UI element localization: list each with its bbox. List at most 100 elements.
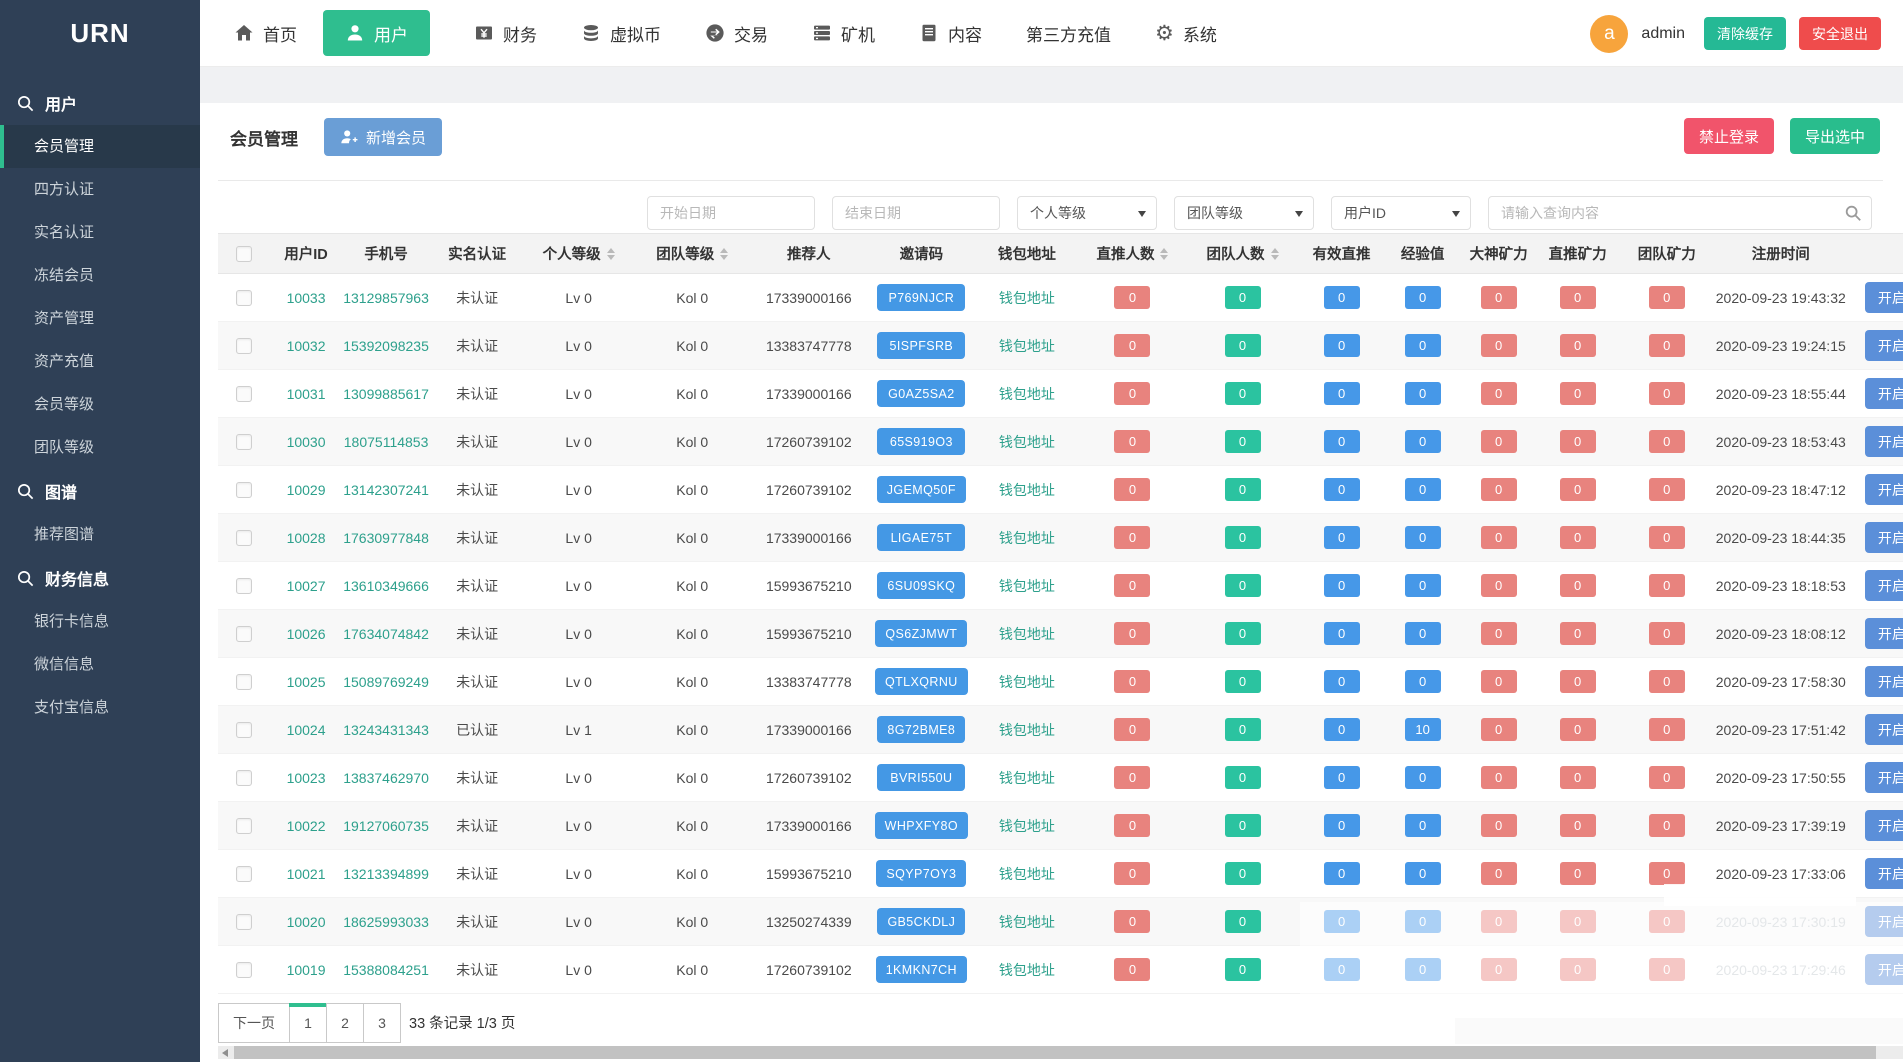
- enable-realname-button[interactable]: 开启实名: [1865, 858, 1903, 889]
- invite-code-button[interactable]: GB5CKDLJ: [877, 908, 965, 935]
- cell-value-phone[interactable]: 13099885617: [343, 386, 429, 402]
- cell-value-id[interactable]: 10022: [287, 818, 326, 834]
- nav-tab-用户[interactable]: 用户: [323, 10, 430, 56]
- clear-cache-button[interactable]: 清除缓存: [1704, 17, 1786, 50]
- nav-tab-首页[interactable]: 首页: [234, 21, 297, 46]
- column-header-个人等级[interactable]: 个人等级: [524, 234, 633, 274]
- row-checkbox[interactable]: [236, 818, 252, 834]
- wallet-address-link[interactable]: 钱包地址: [999, 434, 1055, 450]
- cell-value-id[interactable]: 10032: [287, 338, 326, 354]
- enable-realname-button[interactable]: 开启实名: [1865, 522, 1903, 553]
- sidebar-item-会员管理[interactable]: 会员管理: [0, 125, 200, 168]
- invite-code-button[interactable]: QS6ZJMWT: [875, 620, 967, 647]
- sidebar-item-冻结会员[interactable]: 冻结会员: [0, 254, 200, 297]
- ban-login-button[interactable]: 禁止登录: [1684, 118, 1774, 154]
- column-header-直推人数[interactable]: 直推人数: [1077, 234, 1187, 274]
- cell-value-phone[interactable]: 18625993033: [343, 914, 429, 930]
- wallet-address-link[interactable]: 钱包地址: [999, 290, 1055, 306]
- invite-code-button[interactable]: BVRI550U: [877, 764, 965, 791]
- cell-value-id[interactable]: 10030: [287, 434, 326, 450]
- cell-value-id[interactable]: 10026: [287, 626, 326, 642]
- nav-tab-交易[interactable]: 交易: [705, 21, 768, 46]
- cell-value-phone[interactable]: 19127060735: [343, 818, 429, 834]
- sidebar-item-资产充值[interactable]: 资产充值: [0, 340, 200, 383]
- invite-code-button[interactable]: 5ISPFSRB: [877, 332, 965, 359]
- sort-icon[interactable]: [607, 248, 615, 260]
- column-header-团队等级[interactable]: 团队等级: [633, 234, 751, 274]
- scrollbar-thumb[interactable]: [234, 1046, 1876, 1059]
- avatar[interactable]: a: [1590, 15, 1628, 53]
- cell-value-phone[interactable]: 13142307241: [343, 482, 429, 498]
- cell-value-id[interactable]: 10033: [287, 290, 326, 306]
- invite-code-button[interactable]: G0AZ5SA2: [877, 380, 965, 407]
- scroll-left-arrow-icon[interactable]: [222, 1049, 228, 1057]
- row-checkbox[interactable]: [236, 962, 252, 978]
- select-all-checkbox[interactable]: [236, 246, 252, 262]
- invite-code-button[interactable]: 65S919O3: [877, 428, 965, 455]
- enable-realname-button[interactable]: 开启实名: [1865, 666, 1903, 697]
- row-checkbox[interactable]: [236, 482, 252, 498]
- row-checkbox[interactable]: [236, 674, 252, 690]
- invite-code-button[interactable]: 6SU09SKQ: [877, 572, 965, 599]
- wallet-address-link[interactable]: 钱包地址: [999, 866, 1055, 882]
- cell-value-id[interactable]: 10024: [287, 722, 326, 738]
- horizontal-scrollbar[interactable]: [218, 1046, 1903, 1059]
- invite-code-button[interactable]: WHPXFY8O: [875, 812, 968, 839]
- cell-value-id[interactable]: 10031: [287, 386, 326, 402]
- cell-value-phone[interactable]: 13837462970: [343, 770, 429, 786]
- cell-value-phone[interactable]: 13243431343: [343, 722, 429, 738]
- wallet-address-link[interactable]: 钱包地址: [999, 914, 1055, 930]
- row-checkbox[interactable]: [236, 770, 252, 786]
- add-member-button[interactable]: 新增会员: [324, 118, 442, 156]
- sidebar-item-微信信息[interactable]: 微信信息: [0, 643, 200, 686]
- nav-tab-内容[interactable]: 内容: [919, 21, 982, 46]
- enable-realname-button[interactable]: 开启实名: [1865, 954, 1903, 985]
- row-checkbox[interactable]: [236, 290, 252, 306]
- enable-realname-button[interactable]: 开启实名: [1865, 810, 1903, 841]
- wallet-address-link[interactable]: 钱包地址: [999, 770, 1055, 786]
- cell-value-id[interactable]: 10020: [287, 914, 326, 930]
- invite-code-button[interactable]: P769NJCR: [877, 284, 965, 311]
- nav-tab-第三方充值[interactable]: 第三方充值: [1026, 21, 1111, 46]
- enable-realname-button[interactable]: 开启实名: [1865, 570, 1903, 601]
- cell-value-phone[interactable]: 15392098235: [343, 338, 429, 354]
- enable-realname-button[interactable]: 开启实名: [1865, 906, 1903, 937]
- export-selected-button[interactable]: 导出选中: [1790, 118, 1880, 154]
- wallet-address-link[interactable]: 钱包地址: [999, 386, 1055, 402]
- sort-icon[interactable]: [1271, 248, 1279, 260]
- sidebar-item-银行卡信息[interactable]: 银行卡信息: [0, 600, 200, 643]
- cell-value-phone[interactable]: 15388084251: [343, 962, 429, 978]
- page-button-3[interactable]: 3: [363, 1003, 401, 1043]
- cell-value-id[interactable]: 10029: [287, 482, 326, 498]
- enable-realname-button[interactable]: 开启实名: [1865, 378, 1903, 409]
- nav-tab-财务[interactable]: 财务: [474, 21, 537, 46]
- row-checkbox[interactable]: [236, 626, 252, 642]
- enable-realname-button[interactable]: 开启实名: [1865, 714, 1903, 745]
- search-input[interactable]: [1488, 196, 1872, 230]
- cell-value-id[interactable]: 10021: [287, 866, 326, 882]
- wallet-address-link[interactable]: 钱包地址: [999, 530, 1055, 546]
- wallet-address-link[interactable]: 钱包地址: [999, 482, 1055, 498]
- logout-button[interactable]: 安全退出: [1799, 17, 1881, 50]
- enable-realname-button[interactable]: 开启实名: [1865, 474, 1903, 505]
- sidebar-item-实名认证[interactable]: 实名认证: [0, 211, 200, 254]
- cell-value-id[interactable]: 10023: [287, 770, 326, 786]
- enable-realname-button[interactable]: 开启实名: [1865, 282, 1903, 313]
- invite-code-button[interactable]: QTLXQRNU: [875, 668, 968, 695]
- cell-value-id[interactable]: 10028: [287, 530, 326, 546]
- sidebar-item-团队等级[interactable]: 团队等级: [0, 426, 200, 469]
- cell-value-phone[interactable]: 15089769249: [343, 674, 429, 690]
- enable-realname-button[interactable]: 开启实名: [1865, 330, 1903, 361]
- filter-select-用户ID[interactable]: 用户ID: [1331, 196, 1471, 230]
- row-checkbox[interactable]: [236, 386, 252, 402]
- sidebar-section-用户[interactable]: 用户: [0, 81, 200, 125]
- nav-tab-矿机[interactable]: 矿机: [812, 21, 875, 46]
- sidebar-section-财务信息[interactable]: 财务信息: [0, 556, 200, 600]
- cell-value-id[interactable]: 10025: [287, 674, 326, 690]
- enable-realname-button[interactable]: 开启实名: [1865, 426, 1903, 457]
- sort-icon[interactable]: [1160, 248, 1168, 260]
- sidebar-item-四方认证[interactable]: 四方认证: [0, 168, 200, 211]
- wallet-address-link[interactable]: 钱包地址: [999, 338, 1055, 354]
- sidebar-item-推荐图谱[interactable]: 推荐图谱: [0, 513, 200, 556]
- sidebar-item-会员等级[interactable]: 会员等级: [0, 383, 200, 426]
